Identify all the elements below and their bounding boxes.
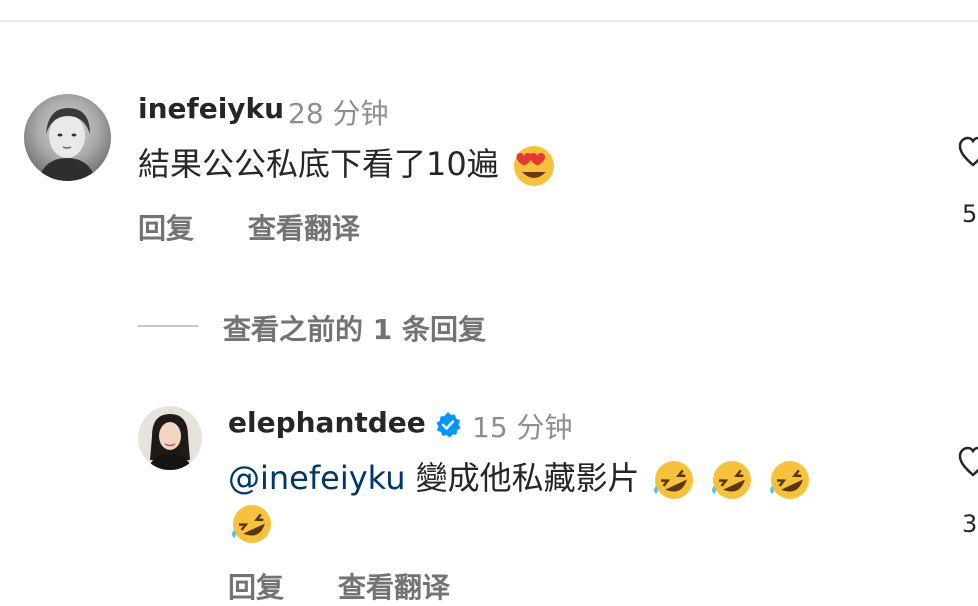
verified-badge-icon	[436, 412, 461, 438]
avatar[interactable]	[138, 406, 202, 470]
avatar-portrait-icon	[38, 108, 96, 181]
like-count: 5	[962, 200, 978, 228]
like-count: 3	[962, 510, 978, 538]
see-translation-button[interactable]: 查看翻译	[248, 207, 360, 247]
mention-link[interactable]: @inefeiyku	[228, 459, 405, 497]
rolling-on-the-floor-laughing-icon	[770, 461, 810, 499]
avatar-portrait-icon	[148, 414, 192, 470]
see-translation-button[interactable]: 查看翻译	[338, 566, 450, 606]
rolling-on-the-floor-laughing-icon	[712, 461, 751, 499]
rolling-on-the-floor-laughing-icon	[653, 461, 693, 499]
view-previous-replies-label: 查看之前的 1 条回复	[223, 313, 486, 346]
heart-icon[interactable]	[958, 445, 978, 479]
reply-time: 15 分钟	[472, 411, 573, 444]
comment-text: 結果公公私底下看了10遍	[138, 145, 499, 183]
reply-text: 變成他私藏影片	[405, 459, 640, 497]
reply-text-row-2	[228, 500, 276, 546]
smiling-face-with-heart-eyes-icon	[513, 146, 554, 186]
reply-text-row: @inefeiyku 變成他私藏影片	[228, 456, 814, 502]
comment-username[interactable]: inefeiyku	[138, 92, 284, 125]
avatar[interactable]	[24, 94, 111, 181]
top-divider	[0, 20, 978, 22]
replies-divider	[138, 325, 198, 327]
comment-text-row: 結果公公私底下看了10遍	[138, 142, 559, 188]
reply-button[interactable]: 回复	[228, 566, 284, 606]
comment-time: 28 分钟	[288, 97, 389, 130]
reply-button[interactable]: 回复	[138, 207, 194, 247]
rolling-on-the-floor-laughing-icon	[232, 505, 271, 543]
heart-icon[interactable]	[958, 135, 978, 169]
reply-username[interactable]: elephantdee	[228, 406, 426, 439]
